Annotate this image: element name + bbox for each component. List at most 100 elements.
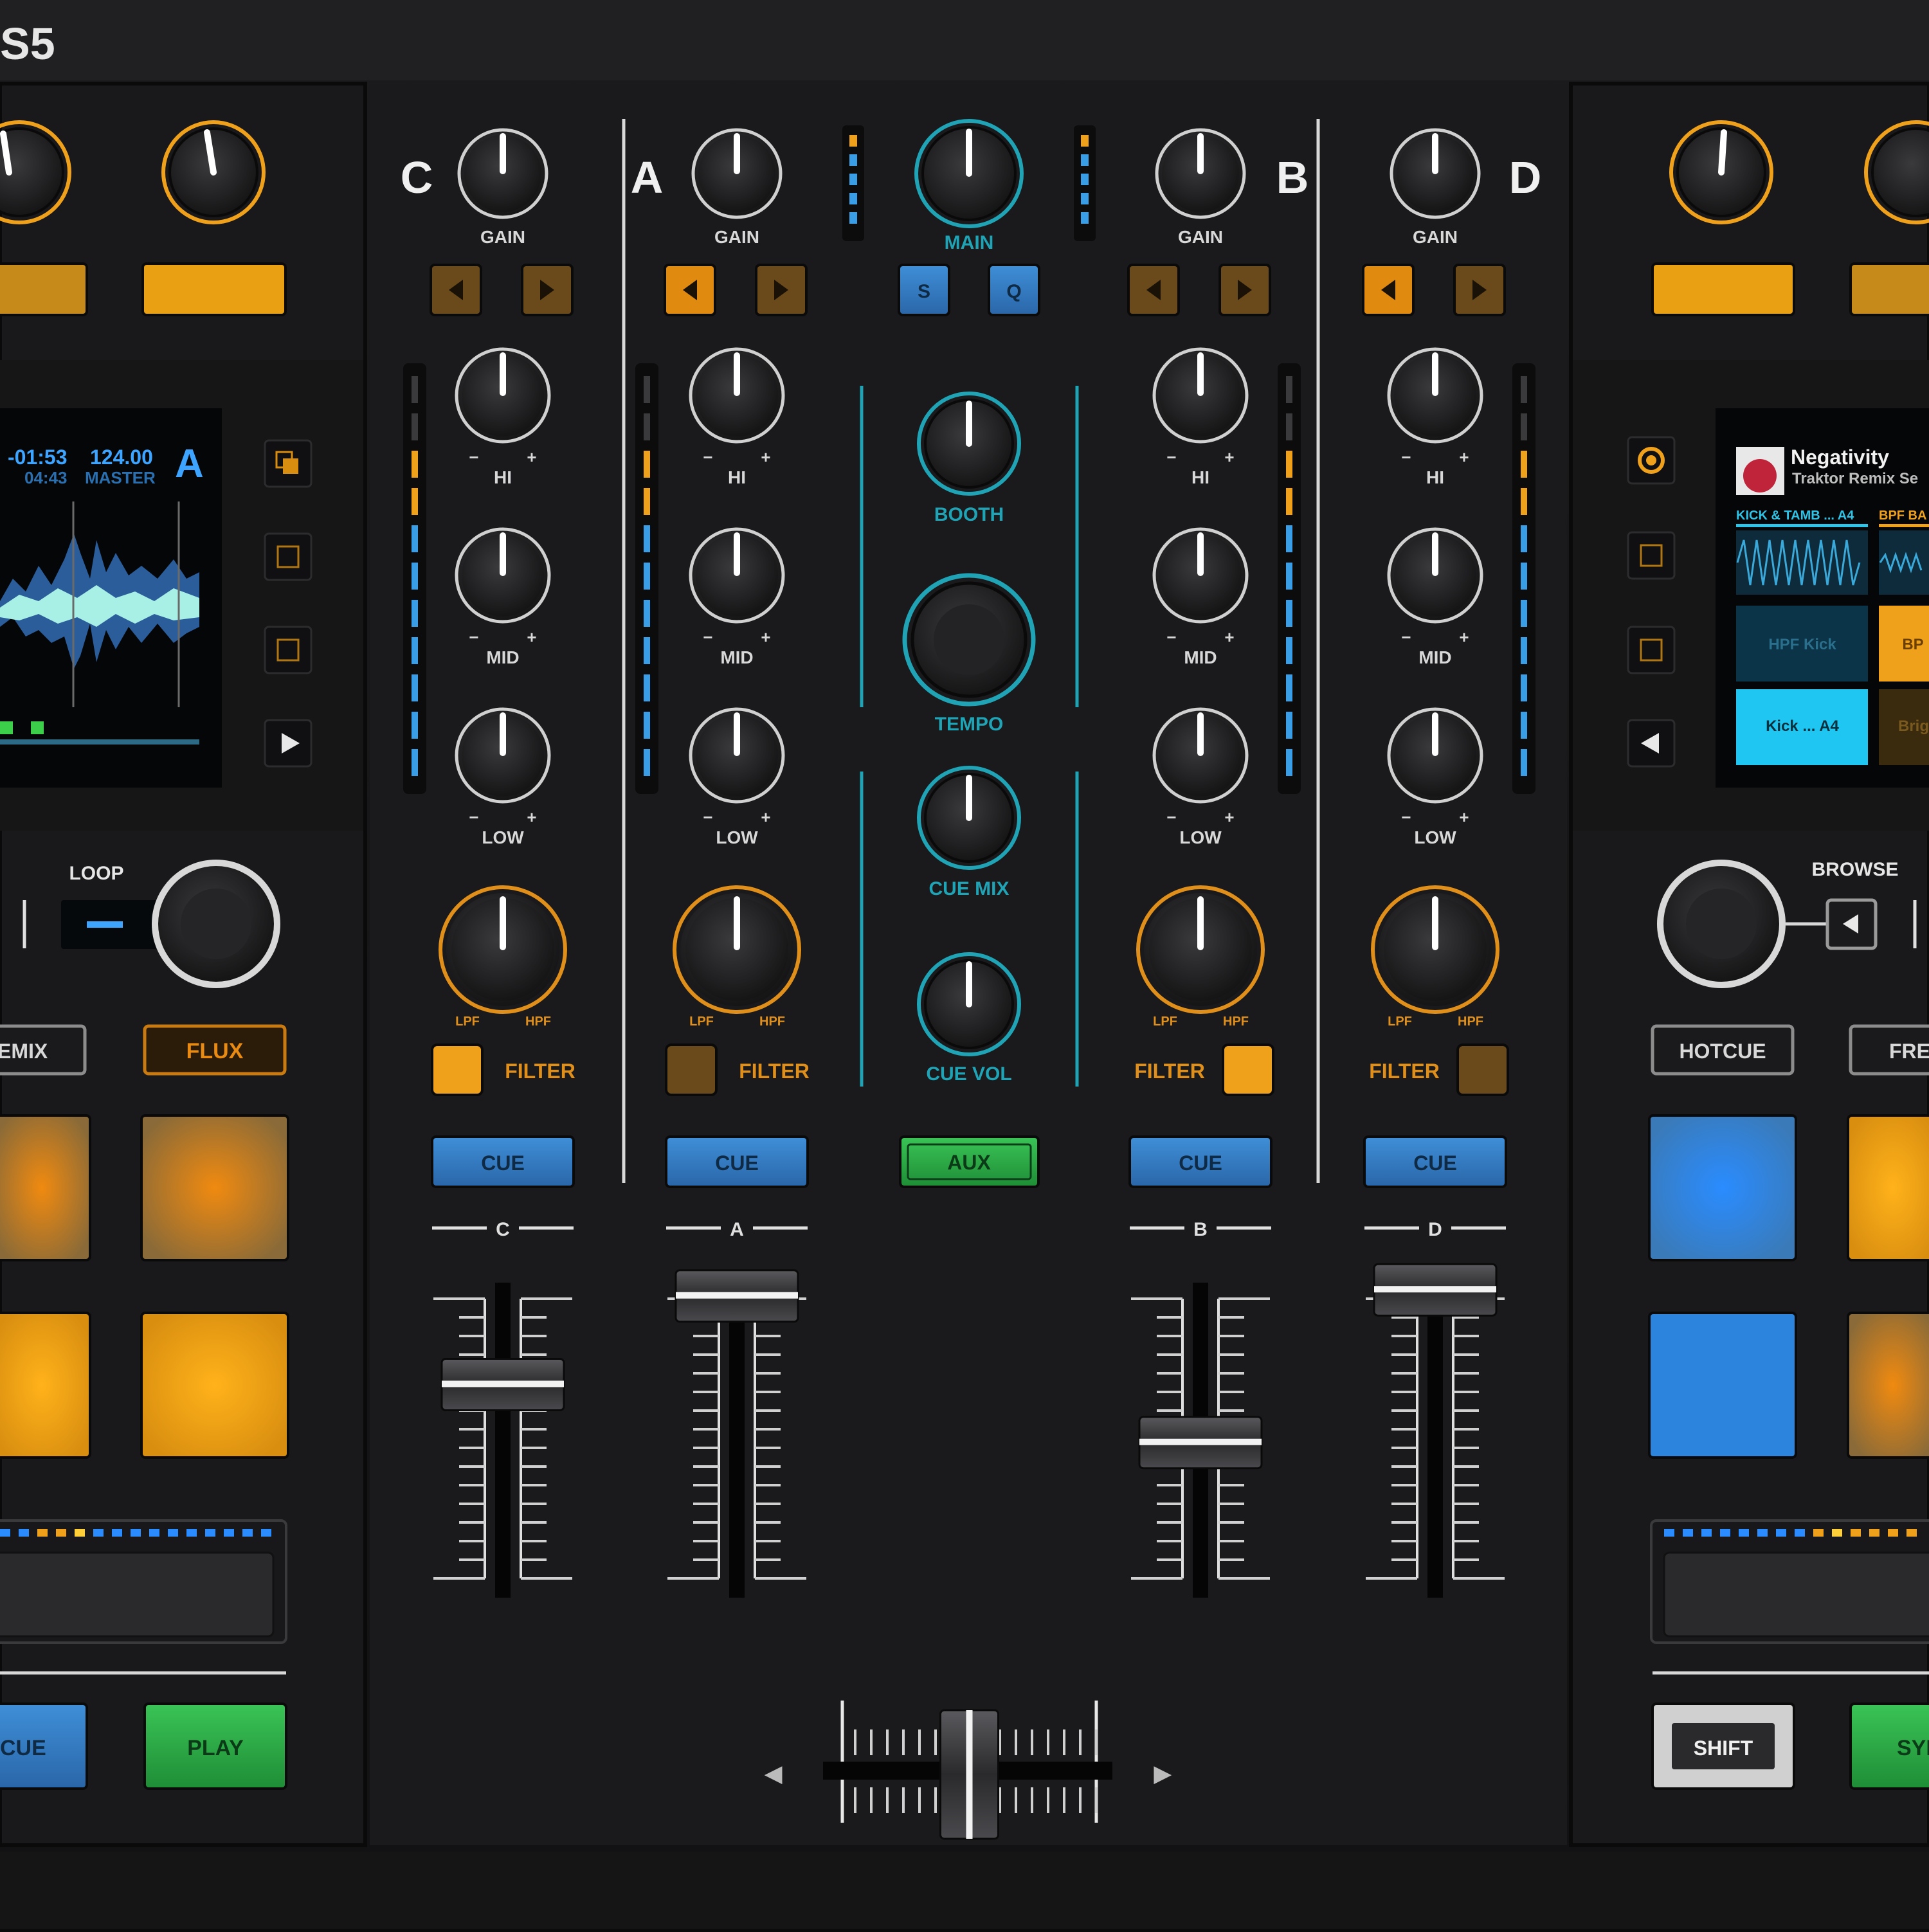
gain-knob[interactable] [1390, 128, 1481, 219]
touch-strip-left[interactable] [0, 1519, 287, 1644]
freeze-button[interactable]: FREE [1849, 1024, 1929, 1076]
left-side-button-1[interactable] [264, 439, 312, 488]
cell-kick-a4[interactable]: Kick ... A4 [1736, 689, 1868, 765]
pad-1[interactable] [0, 1114, 91, 1261]
gain-knob[interactable] [1155, 128, 1246, 219]
cue-vol-knob[interactable] [917, 952, 1021, 1056]
filter-knob[interactable] [1136, 885, 1265, 1014]
right-side-button-3[interactable] [1627, 626, 1676, 674]
hi-label: HI [728, 467, 746, 487]
booth-knob[interactable] [917, 392, 1021, 496]
mid-eq-knob[interactable] [1387, 527, 1483, 624]
filter-button[interactable] [431, 1043, 484, 1096]
pad-right-5[interactable] [1648, 1312, 1797, 1459]
mid-eq-knob[interactable] [1152, 527, 1249, 624]
svg-text:CUE: CUE [1179, 1151, 1222, 1175]
gain-knob[interactable] [691, 128, 783, 219]
svg-text:HOTCUE: HOTCUE [1679, 1040, 1766, 1063]
pad-right-1[interactable] [1648, 1114, 1797, 1261]
svg-text:S: S [918, 281, 930, 302]
track-title: Negativity [1791, 446, 1889, 469]
hpf-label: HPF [525, 1015, 551, 1029]
low-eq-knob[interactable] [1387, 707, 1483, 804]
plus-icon: + [1224, 627, 1234, 647]
filter-knob[interactable] [673, 885, 801, 1014]
pad-2[interactable] [140, 1114, 289, 1261]
sync-button[interactable]: SYN [1849, 1702, 1929, 1790]
right-fx-button-1[interactable] [1651, 262, 1795, 316]
left-side-button-3[interactable] [264, 626, 312, 674]
main-knob[interactable] [914, 119, 1024, 228]
browse-back-button[interactable] [1825, 898, 1878, 950]
channel-cue-button[interactable]: CUE [1363, 1135, 1507, 1188]
hotcue-button[interactable]: HOTCUE [1651, 1024, 1795, 1076]
load-left-button[interactable] [430, 264, 482, 316]
low-eq-knob[interactable] [689, 707, 785, 804]
load-left-button[interactable] [1127, 264, 1180, 316]
hi-eq-knob[interactable] [1387, 347, 1483, 444]
loop-encoder[interactable] [152, 860, 280, 988]
hi-eq-knob[interactable] [455, 347, 551, 444]
channel-cue-button[interactable]: CUE [431, 1135, 575, 1188]
cue-mix-knob[interactable] [917, 766, 1021, 870]
left-fx-button-2[interactable] [141, 262, 287, 316]
pad-right-2[interactable] [1847, 1114, 1929, 1261]
load-right-button[interactable] [1218, 264, 1271, 316]
right-side-button-2[interactable] [1627, 531, 1676, 580]
load-left-button[interactable] [1362, 264, 1415, 316]
pad-5[interactable] [0, 1312, 91, 1459]
filter-button[interactable] [665, 1043, 718, 1096]
remix-button[interactable]: EMIX [0, 1024, 87, 1076]
left-side-button-play[interactable] [264, 719, 312, 768]
touch-strip-right[interactable] [1650, 1519, 1929, 1644]
load-right-button[interactable] [1453, 264, 1506, 316]
minus-icon: − [703, 808, 712, 827]
flux-button[interactable]: FLUX [143, 1024, 287, 1076]
low-eq-knob[interactable] [455, 707, 551, 804]
shift-button[interactable]: SHIFT [1651, 1702, 1795, 1790]
filter-knob[interactable] [439, 885, 567, 1014]
mid-eq-knob[interactable] [689, 527, 785, 624]
right-fx-button-2[interactable] [1849, 262, 1929, 316]
load-right-button[interactable] [521, 264, 574, 316]
gain-knob[interactable] [457, 128, 548, 219]
s-button[interactable]: S [898, 264, 950, 316]
filter-button[interactable] [1456, 1043, 1509, 1096]
right-deck-knob-1[interactable] [1669, 120, 1773, 224]
cue-button[interactable]: CUE [0, 1702, 88, 1790]
right-side-button-back[interactable] [1627, 719, 1676, 768]
filter-knob[interactable] [1371, 885, 1499, 1014]
play-button[interactable]: PLAY [143, 1702, 287, 1790]
load-left-button[interactable] [664, 264, 716, 316]
filter-button[interactable] [1222, 1043, 1274, 1096]
aux-button[interactable]: AUX [899, 1135, 1040, 1188]
load-right-button[interactable] [755, 264, 808, 316]
pad-6[interactable] [140, 1312, 289, 1459]
hi-eq-knob[interactable] [689, 347, 785, 444]
time-total: 04:43 [24, 468, 68, 487]
channel-cue-button[interactable]: CUE [1128, 1135, 1272, 1188]
model-title: S5 [0, 19, 55, 69]
cell-brig[interactable]: Brig [1879, 689, 1929, 765]
minus-icon: − [469, 627, 478, 647]
plus-icon: + [761, 808, 770, 827]
cell-bp[interactable]: BP [1879, 606, 1929, 682]
q-button[interactable]: Q [988, 264, 1040, 316]
cell-hpf-kick[interactable]: HPF Kick [1736, 606, 1868, 682]
mid-label: MID [1184, 647, 1217, 667]
pad-right-6[interactable] [1847, 1312, 1929, 1459]
svg-text:PLAY: PLAY [187, 1736, 244, 1760]
mid-eq-knob[interactable] [455, 527, 551, 624]
channel-cue-button[interactable]: CUE [665, 1135, 809, 1188]
hpf-label: HPF [759, 1015, 785, 1029]
hi-eq-knob[interactable] [1152, 347, 1249, 444]
browse-encoder[interactable] [1657, 860, 1786, 988]
left-fx-button-1[interactable] [0, 262, 88, 316]
right-side-button-1[interactable] [1627, 436, 1676, 485]
channel-meter [1278, 363, 1301, 794]
left-side-button-2[interactable] [264, 532, 312, 581]
left-deck-knob-2[interactable] [161, 120, 266, 224]
tempo-knob[interactable] [902, 573, 1036, 707]
filter-label: FILTER [1369, 1060, 1440, 1083]
low-eq-knob[interactable] [1152, 707, 1249, 804]
